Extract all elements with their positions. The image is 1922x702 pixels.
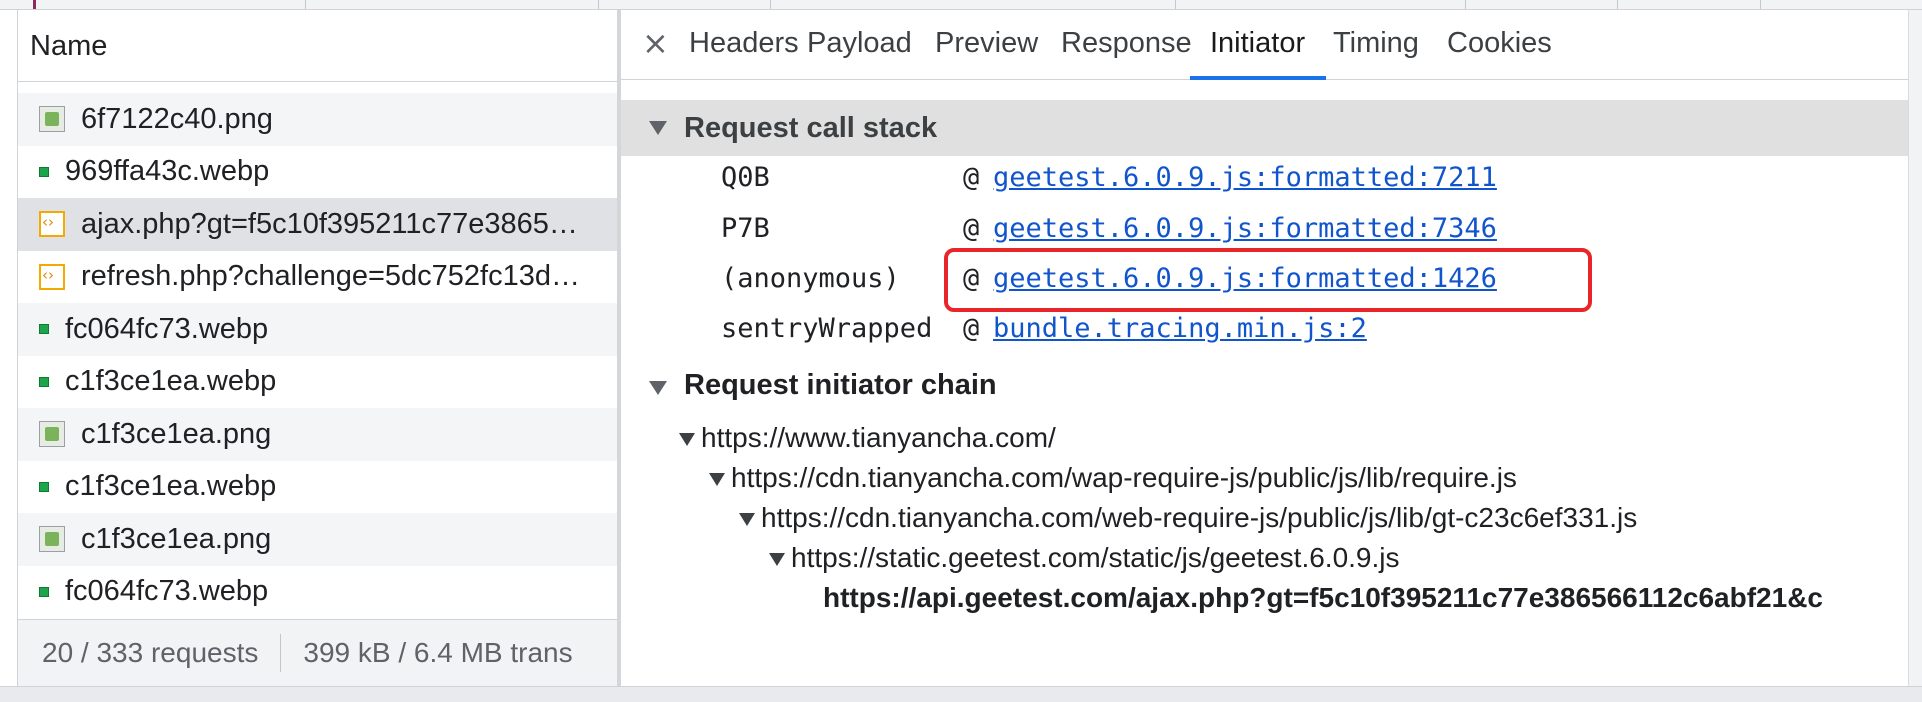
function-name: Q0B [721, 162, 770, 193]
column-divider [598, 0, 599, 9]
source-link[interactable]: geetest.6.0.9.js:formatted:7211 [993, 162, 1497, 193]
close-icon[interactable]: × [642, 24, 669, 62]
tab-initiator[interactable]: Initiator [1210, 10, 1305, 80]
image-file-icon [39, 421, 65, 448]
bottom-drawer-strip [0, 686, 1922, 702]
image-file-icon [39, 106, 65, 133]
request-row[interactable]: fc064fc73.webp [18, 566, 618, 619]
chevron-down-icon[interactable] [679, 433, 695, 446]
column-divider [1465, 0, 1466, 9]
webp-file-icon [39, 481, 49, 492]
request-name: fc064fc73.webp [65, 575, 269, 608]
scrollbar[interactable] [1908, 10, 1922, 686]
at-symbol: @ [963, 313, 980, 344]
transferred-size: 399 kB / 6.4 MB trans [303, 637, 573, 668]
request-row[interactable]: 969ffa43c.webp [18, 146, 618, 199]
tab-preview[interactable]: Preview [935, 10, 1038, 80]
initiator-chain-section-header[interactable]: Request initiator chain [621, 366, 1908, 410]
request-name: c1f3ce1ea.webp [65, 365, 277, 398]
chevron-down-icon [649, 121, 667, 135]
at-symbol: @ [963, 162, 980, 193]
request-row[interactable]: refresh.php?challenge=5dc752fc13d… [18, 251, 618, 304]
tab-timing[interactable]: Timing [1333, 10, 1419, 80]
function-name: sentryWrapped [721, 313, 933, 344]
request-name: ajax.php?gt=f5c10f395211c77e3865… [81, 207, 578, 240]
request-row[interactable]: c1f3ce1ea.png [18, 408, 618, 461]
xhr-file-icon [39, 211, 65, 238]
request-name: fc064fc73.webp [65, 312, 269, 345]
request-row[interactable]: c1f3ce1ea.webp [18, 356, 618, 409]
request-row[interactable]: c1f3ce1ea.webp [18, 461, 618, 514]
call-stack-section-header[interactable]: Request call stack [621, 100, 1908, 156]
request-name: 969ffa43c.webp [65, 155, 270, 188]
tab-headers[interactable]: Headers [689, 10, 799, 80]
tab-payload[interactable]: Payload [807, 10, 912, 80]
xhr-file-icon [39, 263, 65, 290]
source-link[interactable]: bundle.tracing.min.js:2 [993, 313, 1367, 344]
column-divider [770, 0, 771, 9]
webp-file-icon [39, 324, 49, 335]
source-link[interactable]: geetest.6.0.9.js:formatted:7346 [993, 213, 1497, 244]
request-name: c1f3ce1ea.png [81, 417, 272, 450]
request-row[interactable]: c1f3ce1ea.png [18, 513, 618, 566]
column-divider [1175, 0, 1176, 9]
status-divider [280, 634, 282, 672]
details-tab-bar: × Headers Payload Preview Response Initiator… [621, 10, 1908, 80]
initiator-url: https://www.tianyancha.com/ [701, 422, 1056, 453]
request-row[interactable]: fc064fc73.webp [18, 303, 618, 356]
top-toolbar-strip [0, 0, 1922, 10]
initiator-url: https://api.geetest.com/ajax.php?gt=f5c1… [823, 582, 1823, 613]
image-file-icon [39, 526, 65, 553]
annotation-highlight-box [944, 248, 1592, 312]
request-name: c1f3ce1ea.webp [65, 470, 277, 503]
recording-marker [33, 0, 36, 9]
column-divider [1617, 0, 1618, 9]
request-count: 20 / 333 requests [42, 637, 259, 668]
column-divider [305, 0, 306, 9]
webp-file-icon [39, 376, 49, 387]
function-name: P7B [721, 213, 770, 244]
section-title: Request call stack [684, 112, 938, 144]
network-status-bar: 20 / 333 requests 399 kB / 6.4 MB trans [18, 619, 618, 686]
at-symbol: @ [963, 213, 980, 244]
request-name: refresh.php?challenge=5dc752fc13d… [81, 260, 581, 293]
request-list-panel: Name 6f7122c40.png 969ffa43c.webp ajax.php… [17, 10, 619, 686]
initiator-url: https://cdn.tianyancha.com/web-require-j… [761, 502, 1638, 533]
tab-response[interactable]: Response [1061, 10, 1192, 80]
webp-file-icon [39, 166, 49, 177]
chevron-down-icon[interactable] [709, 473, 725, 486]
section-title: Request initiator chain [684, 369, 997, 401]
chevron-down-icon[interactable] [739, 513, 755, 526]
request-name: c1f3ce1ea.png [81, 522, 272, 555]
request-list: 6f7122c40.png 969ffa43c.webp ajax.php?gt=f… [18, 93, 618, 618]
chevron-down-icon[interactable] [769, 553, 785, 566]
column-divider [1760, 0, 1761, 9]
request-row[interactable]: 6f7122c40.png [18, 93, 618, 146]
initiator-url: https://cdn.tianyancha.com/wap-require-j… [731, 462, 1517, 493]
call-stack-frame: Q0B @ geetest.6.0.9.js:formatted:7211 [621, 162, 1908, 208]
function-name: (anonymous) [721, 263, 900, 294]
name-column-header[interactable]: Name [18, 10, 618, 82]
webp-file-icon [39, 586, 49, 597]
tab-cookies[interactable]: Cookies [1447, 10, 1552, 80]
initiator-url: https://static.geetest.com/static/js/gee… [791, 542, 1400, 573]
call-stack-frame: sentryWrapped @ bundle.tracing.min.js:2 [621, 313, 1908, 359]
request-row[interactable]: ajax.php?gt=f5c10f395211c77e3865… [18, 198, 618, 251]
request-details-panel: × Headers Payload Preview Response Initiator… [621, 10, 1908, 686]
active-tab-indicator [1190, 76, 1326, 80]
chevron-down-icon [649, 381, 667, 395]
request-name: 6f7122c40.png [81, 102, 273, 135]
